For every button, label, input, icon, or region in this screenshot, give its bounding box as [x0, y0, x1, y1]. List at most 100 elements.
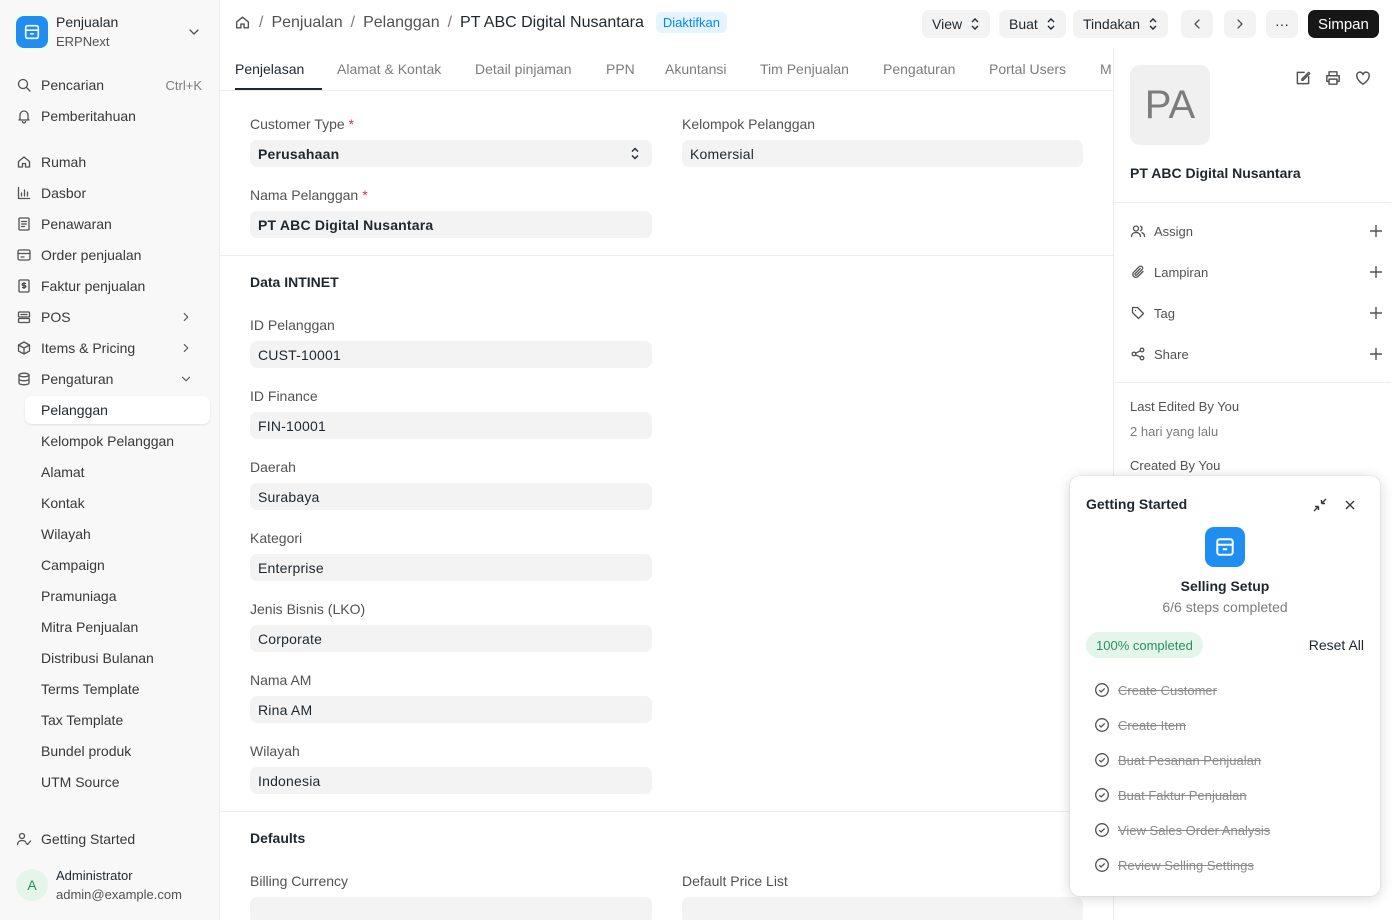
sidebar-item-dashboard[interactable]: Dasbor	[8, 179, 212, 207]
sidebar-child-distribusi-bulanan[interactable]: Distribusi Bulanan	[8, 644, 212, 672]
daerah-field[interactable]: Surabaya	[250, 483, 652, 510]
breadcrumb-link[interactable]: Penjualan	[271, 14, 342, 32]
sidebar-child-mitra-penjualan[interactable]: Mitra Penjualan	[8, 613, 212, 641]
sidebar-item-home[interactable]: Rumah	[8, 148, 212, 176]
more-options-button[interactable]: ···	[1266, 10, 1298, 38]
tab-alamat-kontak[interactable]: Alamat & Kontak	[337, 61, 441, 77]
sidebar-child-label: Kontak	[41, 495, 85, 511]
sidebar-item-settings[interactable]: Pengaturan	[8, 365, 212, 393]
sidebar-child-terms-template[interactable]: Terms Template	[8, 675, 212, 703]
field-label: Daerah	[250, 459, 296, 475]
sidebar-child-campaign[interactable]: Campaign	[8, 551, 212, 579]
id-finance-field[interactable]: FIN-10001	[250, 412, 652, 439]
sidebar-getting-started[interactable]: Getting Started	[8, 825, 212, 853]
sidebar-notifications[interactable]: Pemberitahuan	[8, 102, 212, 130]
check-circle-icon	[1095, 823, 1109, 837]
breadcrumb-separator: /	[350, 13, 356, 31]
document-avatar[interactable]: PA	[1130, 65, 1210, 145]
sidebar-child-pelanggan[interactable]: Pelanggan	[25, 396, 210, 424]
section-divider	[220, 255, 1113, 256]
sidebar-item-quotation[interactable]: Penawaran	[8, 210, 212, 238]
plus-icon[interactable]	[1368, 223, 1384, 239]
sidebar-child-kontak[interactable]: Kontak	[8, 489, 212, 517]
customer-type-select[interactable]: Perusahaan	[250, 140, 652, 167]
chevron-right-icon	[183, 343, 189, 353]
sidebar-search[interactable]: Pencarian Ctrl+K	[8, 71, 212, 99]
tab-akuntansi[interactable]: Akuntansi	[665, 61, 726, 77]
reset-all-button[interactable]: Reset All	[1309, 637, 1364, 653]
printer-icon[interactable]	[1324, 69, 1342, 87]
step-label: Buat Pesanan Penjualan	[1118, 752, 1262, 768]
sidebar-item-sales-invoice[interactable]: Faktur penjualan	[8, 272, 212, 300]
billing-currency-field[interactable]	[250, 897, 652, 920]
sidebar-item-pos[interactable]: POS	[8, 303, 212, 331]
breadcrumb-link[interactable]: Pelanggan	[363, 14, 440, 32]
tab-more[interactable]: M	[1100, 61, 1112, 77]
minimize-icon[interactable]	[1312, 497, 1328, 513]
sidebar-item-items-pricing[interactable]: Items & Pricing	[8, 334, 212, 362]
user-menu[interactable]: A Administrator admin@example.com	[16, 866, 182, 904]
tags-row[interactable]: Tag	[1130, 303, 1388, 323]
attachments-row[interactable]: Lampiran	[1130, 262, 1388, 282]
nama-am-field[interactable]: Rina AM	[250, 696, 652, 723]
sidebar-child-label: Campaign	[41, 557, 105, 573]
sidebar-child-alamat[interactable]: Alamat	[8, 458, 212, 486]
onboarding-step[interactable]: Review Selling Settings	[1094, 855, 1254, 875]
check-circle-icon	[1095, 788, 1109, 802]
sidebar-child-utm-source[interactable]: UTM Source	[8, 768, 212, 796]
home-icon[interactable]	[234, 14, 251, 31]
previous-doc-button[interactable]	[1181, 10, 1213, 38]
close-icon[interactable]	[1342, 497, 1358, 513]
save-button[interactable]: Simpan	[1308, 10, 1379, 38]
customer-name-field[interactable]: PT ABC Digital Nusantara	[250, 211, 652, 238]
wilayah-field[interactable]: Indonesia	[250, 767, 652, 794]
sidebar-child-label: Alamat	[41, 464, 85, 480]
active-tab-indicator	[235, 88, 322, 90]
default-price-list-field[interactable]	[682, 897, 1083, 920]
check-circle-icon	[1095, 718, 1109, 732]
next-doc-button[interactable]	[1224, 10, 1256, 38]
sidebar-child-bundel-produk[interactable]: Bundel produk	[8, 737, 212, 765]
tab-pengaturan[interactable]: Pengaturan	[883, 61, 955, 77]
tab-detail-pinjaman[interactable]: Detail pinjaman	[475, 61, 572, 77]
onboarding-step[interactable]: View Sales Order Analysis	[1094, 820, 1270, 840]
field-value: Indonesia	[258, 772, 321, 789]
view-button[interactable]: View	[922, 10, 991, 38]
plus-icon[interactable]	[1368, 346, 1384, 362]
onboarding-step[interactable]: Create Item	[1094, 715, 1186, 735]
plus-icon[interactable]	[1368, 305, 1384, 321]
sidebar-child-kelompok-pelanggan[interactable]: Kelompok Pelanggan	[8, 427, 212, 455]
kategori-field[interactable]: Enterprise	[250, 554, 652, 581]
sidebar-child-pramuniaga[interactable]: Pramuniaga	[8, 582, 212, 610]
last-edited-by[interactable]: Last Edited By You	[1130, 399, 1239, 414]
onboarding-step[interactable]: Buat Pesanan Penjualan	[1094, 750, 1261, 770]
actions-button[interactable]: Tindakan	[1073, 10, 1169, 38]
jenis-bisnis-field[interactable]: Corporate	[250, 625, 652, 652]
onboarding-step[interactable]: Buat Faktur Penjualan	[1094, 785, 1247, 805]
sidebar-item-label: Items & Pricing	[41, 340, 136, 356]
sidebar-child-tax-template[interactable]: Tax Template	[8, 706, 212, 734]
id-pelanggan-field[interactable]: CUST-10001	[250, 341, 652, 368]
tab-portal-users[interactable]: Portal Users	[989, 61, 1066, 77]
plus-icon[interactable]	[1368, 264, 1384, 280]
app-switcher[interactable]: Penjualan ERPNext	[8, 8, 212, 56]
quotation-icon	[18, 217, 30, 231]
tab-tim-penjualan[interactable]: Tim Penjualan	[760, 61, 849, 77]
heart-icon[interactable]	[1354, 69, 1372, 87]
tab-penjelasan[interactable]: Penjelasan	[235, 61, 304, 77]
share-row[interactable]: Share	[1130, 344, 1388, 364]
sidebar-item-sales-order[interactable]: Order penjualan	[8, 241, 212, 269]
assign-row[interactable]: Assign	[1130, 221, 1388, 241]
tags-label: Tag	[1154, 305, 1175, 321]
check-circle-icon	[1095, 753, 1109, 767]
user-check-icon	[16, 832, 32, 846]
tab-ppn[interactable]: PPN	[606, 61, 635, 77]
create-button[interactable]: Buat	[999, 10, 1066, 38]
onboarding-step[interactable]: Create Customer	[1094, 680, 1217, 700]
edit-icon[interactable]	[1294, 69, 1312, 87]
customer-group-field[interactable]: Komersial	[682, 140, 1083, 167]
field-label: Jenis Bisnis (LKO)	[250, 601, 366, 617]
field-value: Enterprise	[258, 559, 324, 576]
created-by[interactable]: Created By You	[1130, 458, 1220, 473]
sidebar-child-wilayah[interactable]: Wilayah	[8, 520, 212, 548]
